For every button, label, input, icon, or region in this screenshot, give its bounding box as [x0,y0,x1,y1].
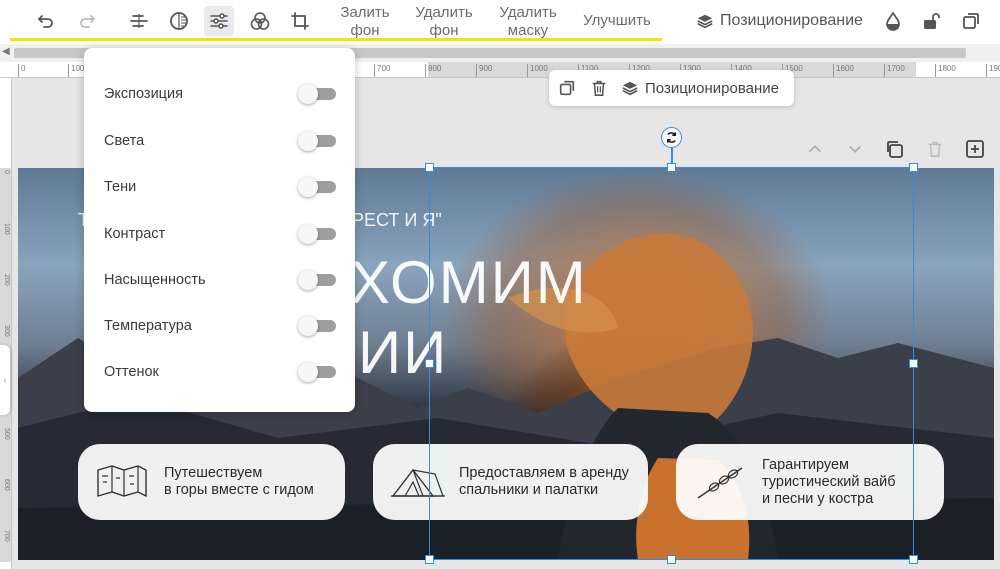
copy-icon[interactable] [557,78,577,98]
resize-handle-s[interactable] [667,555,676,564]
resize-handle-sw[interactable] [425,555,434,564]
ruler-label: 1800 [935,64,956,77]
remove-mask-label-1: Удалить [499,4,557,21]
feature-line1: Путешествуем [164,465,263,481]
element-positioning-button[interactable]: Позиционирование [621,79,779,97]
resize-handle-se[interactable] [909,555,918,564]
ruler-label: 200 [3,274,10,286]
ruler-label: 190 [986,64,1000,77]
adjust-toggle[interactable] [298,316,336,336]
adjust-label: Света [104,133,145,149]
remove-mask-button[interactable]: Удалить маску [494,4,562,40]
ruler-label: 700 [3,530,10,542]
contrast-icon[interactable] [164,6,194,36]
duplicate-icon[interactable] [956,6,986,36]
adjust-row-highlights: Света [104,129,336,153]
positioning-label: Позиционирование [720,12,863,29]
improve-button[interactable]: Улучшить [578,12,656,30]
adjust-row-contrast: Контраст [104,222,336,246]
undo-icon[interactable] [31,6,61,36]
adjust-row-tint: Оттенок [104,360,336,384]
align-icon[interactable] [124,6,154,36]
adjust-label: Контраст [104,226,166,242]
element-positioning-label: Позиционирование [645,79,780,97]
vertical-ruler: 0 100 200 300 400 500 600 700 [0,78,12,569]
crop-icon[interactable] [285,6,315,36]
adjust-row-exposure: Экспозиция [104,82,336,106]
filters-icon[interactable] [245,6,275,36]
resize-handle-ne[interactable] [909,163,918,172]
add-block-icon[interactable] [963,138,987,160]
banner-subtitle: ЕРЕСТ И Я" [340,210,442,230]
ruler-label: 1000 [527,64,548,77]
unlock-icon[interactable] [916,6,946,36]
ruler-label: 500 [3,428,10,440]
ruler-label: 900 [476,64,492,77]
highlight-underline [10,38,662,41]
side-panel-toggle[interactable]: ‹ [0,345,10,415]
ruler-label: 0 [3,170,10,174]
adjustments-icon[interactable] [204,6,234,36]
resize-handle-n[interactable] [667,163,676,172]
resize-handle-e[interactable] [909,359,918,368]
adjust-toggle[interactable] [298,224,336,244]
adjust-toggle[interactable] [298,270,336,290]
adjust-label: Температура [104,318,192,334]
ruler-label: 1700 [884,64,905,77]
adjust-toggle[interactable] [298,131,336,151]
remove-bg-label-1: Удалить [415,4,473,21]
rotate-icon[interactable] [661,127,682,148]
adjust-row-temperature: Температура [104,314,336,338]
layers-icon [697,14,713,29]
ruler-label: 1600 [833,64,854,77]
ruler-label: 100 [68,64,84,77]
remove-bg-button[interactable]: Удалить фон [410,4,478,40]
trash-icon[interactable] [589,78,609,98]
fill-bg-label-1: Залить [340,4,390,21]
move-down-icon[interactable] [843,138,867,160]
ruler-label: 600 [3,479,10,491]
adjust-label: Экспозиция [104,86,183,102]
adjust-label: Оттенок [104,364,159,380]
layers-icon [622,81,638,96]
ruler-label: 700 [374,64,390,77]
selection-frame [429,167,914,560]
chevron-left-icon: ‹ [3,375,7,385]
adjust-toggle[interactable] [298,177,336,197]
positioning-button[interactable]: Позиционирование [696,10,863,32]
ruler-label: 100 [3,223,10,235]
adjustments-panel: Экспозиция Света Тени Контраст Насыщенно… [84,48,355,412]
adjust-toggle[interactable] [298,362,336,382]
fill-bg-button[interactable]: Залить фон [336,4,394,40]
element-toolbar: Позиционирование [549,70,794,106]
delete-block-icon[interactable] [923,138,947,160]
resize-handle-nw[interactable] [425,163,434,172]
map-icon [97,465,147,498]
resize-handle-w[interactable] [425,359,434,368]
opacity-icon[interactable] [878,6,908,36]
copy-block-icon[interactable] [883,138,907,160]
ruler-label: 0 [18,64,25,77]
adjust-row-shadows: Тени [104,175,336,199]
feature-line2: в горы вместе с гидом [164,482,314,498]
scroll-left-icon[interactable]: ◀ [2,46,10,57]
adjust-label: Насыщенность [104,272,206,288]
redo-icon[interactable] [72,6,102,36]
move-up-icon[interactable] [803,138,827,160]
feature-card[interactable]: Путешествуем в горы вместе с гидом [78,444,345,520]
adjust-label: Тени [104,179,137,195]
adjust-toggle[interactable] [298,84,336,104]
adjust-row-saturation: Насыщенность [104,268,336,292]
ruler-label: 800 [425,64,441,77]
